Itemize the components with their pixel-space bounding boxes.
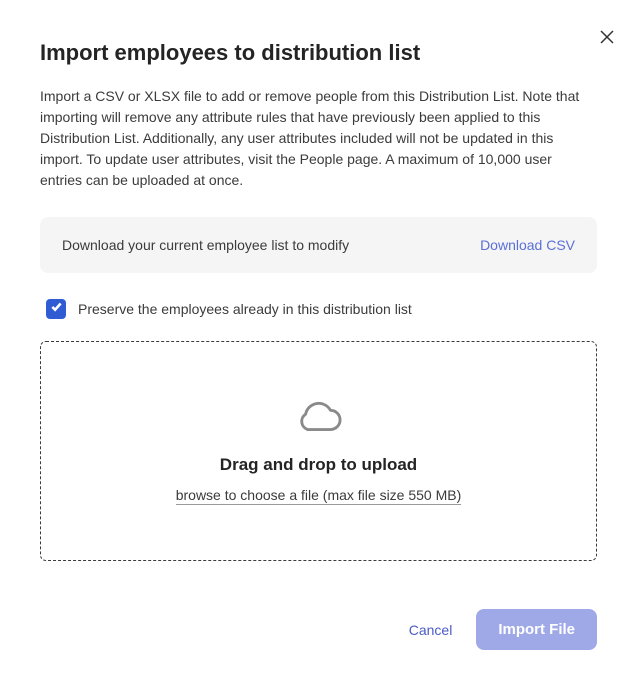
close-icon <box>600 30 614 47</box>
modal-title: Import employees to distribution list <box>40 40 597 66</box>
upload-dropzone[interactable]: Drag and drop to upload browse to choose… <box>40 341 597 561</box>
modal-description: Import a CSV or XLSX file to add or remo… <box>40 86 597 191</box>
close-button[interactable] <box>595 26 619 50</box>
preserve-checkbox-row: Preserve the employees already in this d… <box>40 299 597 319</box>
checkmark-icon <box>50 300 63 318</box>
modal-footer: Cancel Import File <box>40 609 597 650</box>
preserve-checkbox[interactable] <box>46 299 66 319</box>
dropzone-title: Drag and drop to upload <box>220 455 417 475</box>
cloud-icon <box>296 398 342 443</box>
dropzone-subtitle: browse to choose a file (max file size 5… <box>176 487 462 505</box>
preserve-checkbox-label: Preserve the employees already in this d… <box>78 301 412 317</box>
download-text: Download your current employee list to m… <box>62 237 349 253</box>
download-bar: Download your current employee list to m… <box>40 217 597 273</box>
import-file-button[interactable]: Import File <box>476 609 597 650</box>
import-modal: Import employees to distribution list Im… <box>0 0 637 680</box>
download-csv-link[interactable]: Download CSV <box>480 237 575 253</box>
cancel-button[interactable]: Cancel <box>403 614 459 646</box>
